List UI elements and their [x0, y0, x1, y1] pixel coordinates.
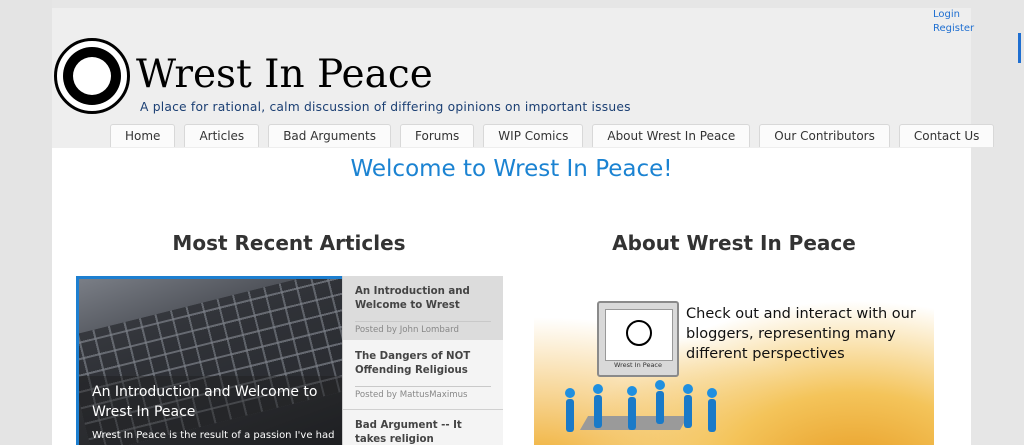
person-figure-icon [564, 388, 576, 432]
nav-forums[interactable]: Forums [400, 124, 475, 147]
person-figure-icon [654, 380, 666, 424]
featured-excerpt: Wrest In Peace is the result of a passio… [92, 430, 335, 441]
site-logo[interactable] [54, 38, 130, 114]
welcome-heading: Welcome to Wrest In Peace! [350, 156, 673, 182]
auth-links: Login Register [933, 8, 974, 36]
right-gutter [971, 0, 1024, 445]
site-title[interactable]: Wrest In Peace [136, 52, 433, 98]
nav-about[interactable]: About Wrest In Peace [592, 124, 751, 147]
nav-contributors[interactable]: Our Contributors [759, 124, 890, 147]
nav-contact[interactable]: Contact Us [898, 124, 995, 147]
monitor-screen [605, 309, 673, 361]
monitor-logo-icon [626, 320, 652, 346]
register-link[interactable]: Register [933, 22, 974, 36]
article-title[interactable]: The Dangers of NOT Offending Religious [355, 350, 491, 378]
about-heading: About Wrest In Peace [612, 231, 856, 255]
list-item[interactable]: An Introduction and Welcome to Wrest Pos… [343, 276, 503, 340]
person-figure-icon [682, 384, 694, 428]
monitor-icon: Wrest In Peace [597, 301, 679, 377]
scroll-indicator [1018, 33, 1021, 63]
nav-articles[interactable]: Articles [184, 124, 260, 147]
person-figure-icon [592, 384, 604, 428]
login-link[interactable]: Login [933, 8, 974, 22]
main-nav: Home Articles Bad Arguments Forums WIP C… [110, 124, 995, 148]
article-meta: Posted by John Lombard [355, 321, 491, 336]
article-meta: Posted by MattusMaximus [355, 386, 491, 401]
article-title[interactable]: An Introduction and Welcome to Wrest [355, 285, 491, 313]
recent-articles-heading: Most Recent Articles [172, 231, 406, 255]
about-banner[interactable]: Wrest In Peace Check out and interact wi… [534, 276, 934, 445]
page-container: Login Register Wrest In Peace A place fo… [52, 8, 995, 445]
site-header: Login Register Wrest In Peace A place fo… [52, 8, 995, 148]
person-figure-icon [626, 386, 638, 430]
logo-ring-icon [63, 47, 121, 105]
list-item[interactable]: Bad Argument -- It takes religion [343, 409, 503, 445]
about-banner-text: Check out and interact with our bloggers… [686, 306, 916, 362]
left-gutter [0, 0, 52, 445]
monitor-label: Wrest In Peace [613, 361, 662, 369]
featured-article[interactable]: An Introduction and Welcome to Wrest In … [76, 276, 342, 445]
site-tagline: A place for rational, calm discussion of… [140, 100, 631, 114]
nav-wip-comics[interactable]: WIP Comics [483, 124, 584, 147]
logo-fist-icon [73, 57, 111, 95]
recent-articles-list: An Introduction and Welcome to Wrest Pos… [342, 276, 503, 445]
nav-bad-arguments[interactable]: Bad Arguments [268, 124, 391, 147]
featured-title[interactable]: An Introduction and Welcome to Wrest In … [92, 382, 332, 422]
list-item[interactable]: The Dangers of NOT Offending Religious P… [343, 340, 503, 406]
article-title[interactable]: Bad Argument -- It takes religion [355, 419, 491, 445]
nav-home[interactable]: Home [110, 124, 176, 147]
person-figure-icon [706, 388, 718, 432]
